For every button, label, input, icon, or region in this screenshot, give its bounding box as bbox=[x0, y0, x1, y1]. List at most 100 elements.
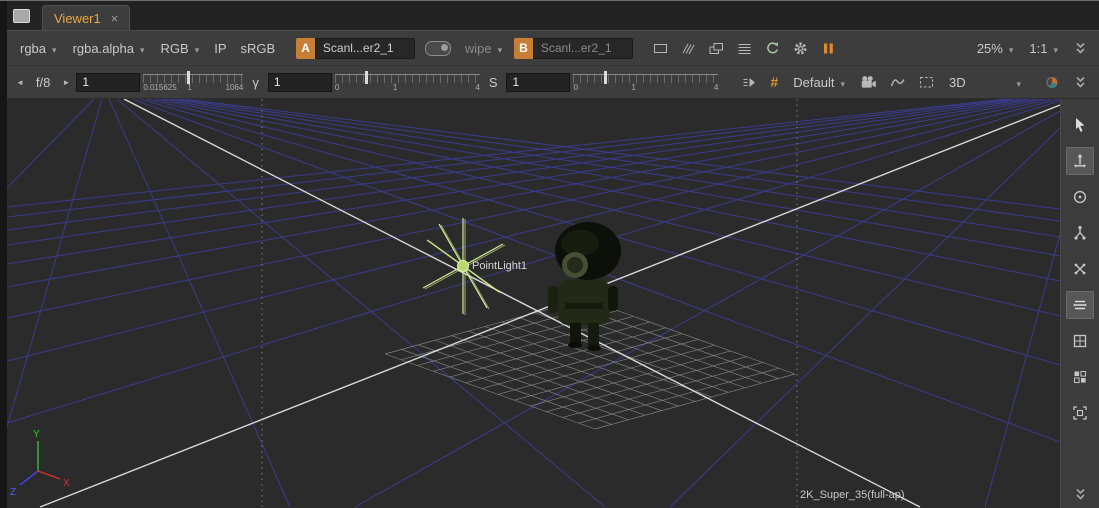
color-warning-icon[interactable] bbox=[1039, 69, 1065, 95]
window-left-edge bbox=[0, 1, 7, 508]
bars-icon bbox=[1071, 296, 1089, 314]
tab-viewer1[interactable]: Viewer1 × bbox=[42, 5, 130, 30]
chevron-down-icon bbox=[1016, 75, 1021, 90]
wipe-dropdown[interactable]: wipe bbox=[458, 39, 509, 58]
fstop-label[interactable]: f/8 bbox=[30, 73, 56, 92]
input-a-chip[interactable]: A Scanl...er2_1 bbox=[296, 38, 415, 59]
scanlines-icon[interactable] bbox=[732, 35, 758, 61]
viewer-toolbar-exposure: f/8 1 0.015625 1 1064 γ 1 0 1 4 bbox=[7, 65, 1099, 99]
scale-tool-button[interactable] bbox=[1066, 255, 1094, 283]
select-tool-button[interactable] bbox=[1066, 111, 1094, 139]
bracket-frame-icon bbox=[1071, 404, 1089, 422]
side-expander-button[interactable] bbox=[1066, 480, 1094, 508]
quad-view-button[interactable] bbox=[1066, 363, 1094, 391]
stereo-mode-icon[interactable] bbox=[736, 69, 762, 95]
refresh-icon[interactable] bbox=[760, 35, 786, 61]
layer-dropdown[interactable]: rgba bbox=[13, 39, 64, 58]
wipe-label: wipe bbox=[465, 41, 492, 56]
gamma-slider-track[interactable] bbox=[335, 74, 480, 83]
display-mode-button[interactable] bbox=[1066, 291, 1094, 319]
joint-icon bbox=[1071, 224, 1089, 242]
chevron-down-icon bbox=[52, 41, 57, 56]
viewport-side-toolbar bbox=[1060, 99, 1099, 508]
full-frame-icon[interactable] bbox=[648, 35, 674, 61]
point-light-center[interactable] bbox=[458, 261, 469, 272]
zoom-dropdown[interactable]: 25% bbox=[970, 39, 1021, 58]
grid-square-icon bbox=[1071, 332, 1089, 350]
rotate-icon bbox=[1071, 188, 1089, 206]
layers-icon[interactable] bbox=[704, 35, 730, 61]
gamma-tick-mid: 1 bbox=[393, 83, 397, 92]
chevron-down-icon bbox=[1053, 41, 1058, 56]
gamma-tick-max: 4 bbox=[475, 83, 479, 92]
input-a-value: Scanl...er2_1 bbox=[315, 38, 415, 59]
tab-title: Viewer1 bbox=[54, 11, 101, 26]
panel-menu-icon[interactable] bbox=[13, 9, 30, 23]
gamma-input[interactable]: 1 bbox=[268, 73, 332, 92]
rotate-tool-button[interactable] bbox=[1066, 183, 1094, 211]
point-light-label: PointLight1 bbox=[472, 260, 527, 272]
chevron-down-icon bbox=[840, 75, 845, 90]
sat-tick-max: 4 bbox=[714, 83, 718, 92]
viewport-3d[interactable]: PointLight1 Y X Z 2K_Super_35(full-ap) bbox=[7, 99, 1060, 508]
toolbar-expander-icon[interactable] bbox=[1067, 35, 1093, 61]
gain-slider-track[interactable] bbox=[143, 74, 243, 83]
layer-dropdown-label: rgba bbox=[20, 41, 46, 56]
proxy-ratio-label: 1:1 bbox=[1029, 41, 1047, 56]
input-b-chip[interactable]: B Scanl...er2_1 bbox=[514, 38, 633, 59]
curve-icon[interactable] bbox=[884, 69, 910, 95]
saturation-slider[interactable]: 0 1 4 bbox=[573, 69, 718, 95]
gain-tick-mid: 1 bbox=[187, 83, 191, 92]
gain-tick-max: 1064 bbox=[226, 83, 244, 92]
chevron-down-icon bbox=[140, 41, 145, 56]
joint-tool-button[interactable] bbox=[1066, 219, 1094, 247]
viewer-lut-dropdown[interactable]: sRGB bbox=[235, 39, 282, 58]
prev-arrow-icon[interactable] bbox=[13, 78, 27, 87]
channels-label: RGB bbox=[161, 41, 189, 56]
channels-dropdown[interactable]: RGB bbox=[154, 39, 207, 58]
gain-slider[interactable]: 0.015625 1 1064 bbox=[143, 69, 243, 95]
gamma-label: γ bbox=[246, 73, 265, 92]
chevron-down-icon bbox=[498, 41, 503, 56]
tab-bar: Viewer1 × bbox=[7, 1, 1099, 30]
safe-zone-icon[interactable]: # bbox=[765, 74, 783, 90]
pause-icon[interactable] bbox=[816, 35, 842, 61]
axis-x-label: X bbox=[63, 478, 70, 489]
input-process-toggle[interactable]: IP bbox=[208, 39, 232, 58]
sat-tick-min: 0 bbox=[573, 83, 577, 92]
viewer-process-label: Default bbox=[793, 75, 834, 90]
viewer-process-dropdown[interactable]: Default bbox=[786, 73, 852, 92]
proxy-ratio-dropdown[interactable]: 1:1 bbox=[1022, 39, 1065, 58]
gamma-tick-min: 0 bbox=[335, 83, 339, 92]
saturation-slider-labels: 0 1 4 bbox=[573, 83, 718, 93]
alpha-layer-dropdown[interactable]: rgba.alpha bbox=[66, 39, 152, 58]
translate-tool-button[interactable] bbox=[1066, 147, 1094, 175]
zoom-label: 25% bbox=[977, 41, 1003, 56]
view-select-label: 3D bbox=[949, 75, 966, 90]
gear-icon[interactable] bbox=[788, 35, 814, 61]
axis-z-label: Z bbox=[10, 487, 16, 498]
frame-grid-button[interactable] bbox=[1066, 327, 1094, 355]
camera-icon[interactable] bbox=[855, 69, 881, 95]
next-arrow-icon[interactable] bbox=[59, 78, 73, 87]
roi-icon[interactable] bbox=[913, 69, 939, 95]
gamma-slider-labels: 0 1 4 bbox=[335, 83, 480, 93]
viewport-canvas: PointLight1 Y X Z 2K_Super_35(full-ap) bbox=[7, 99, 1060, 508]
gain-input[interactable]: 1 bbox=[76, 73, 140, 92]
saturation-label: S bbox=[483, 73, 504, 92]
wipe-toggle-icon[interactable] bbox=[425, 41, 451, 56]
quad-icon bbox=[1071, 368, 1089, 386]
saturation-slider-track[interactable] bbox=[573, 74, 718, 83]
gamma-slider[interactable]: 0 1 4 bbox=[335, 69, 480, 95]
tab-close-icon[interactable]: × bbox=[111, 12, 119, 25]
frame-selected-button[interactable] bbox=[1066, 399, 1094, 427]
chevron-down-icon bbox=[1009, 41, 1014, 56]
saturation-input[interactable]: 1 bbox=[506, 73, 570, 92]
toolbar-expander-icon[interactable] bbox=[1067, 69, 1093, 95]
sat-tick-mid: 1 bbox=[631, 83, 635, 92]
proxy-stripes-icon[interactable] bbox=[676, 35, 702, 61]
view-select-dropdown[interactable]: 3D bbox=[942, 73, 1028, 92]
cross-arrows-icon bbox=[1071, 260, 1089, 278]
chevron-down-icon bbox=[195, 41, 200, 56]
axis-y-label: Y bbox=[33, 429, 40, 440]
